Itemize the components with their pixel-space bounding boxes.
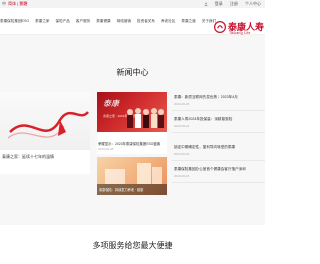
health-caption: 泰康保险：持续发力养老 · 健康 [99,188,144,192]
login-link[interactable]: 登录 [204,1,224,6]
nav-item-esg[interactable]: 泰康保险集团ESG [0,19,29,24]
list-item-date: 2023-06-20 [174,152,190,156]
nav-item-investor-relations[interactable]: 投资者关系 [137,19,155,24]
nav-item-home-community[interactable]: 泰康之家 [35,19,49,24]
language-links[interactable]: 简体 | 繁體 [8,1,27,6]
list-item[interactable]: 泰康：新质互联网先发优势｜2023年4月 2023-06-26 [172,92,265,111]
featured-image [0,92,90,150]
news-card-gala[interactable]: 泰康 泰康之家 · 2023年度盛典 [97,92,167,132]
news-list: 泰康：新质互联网先发优势｜2023年4月 2023-06-26 泰康人寿2024… [172,92,265,202]
list-item-title: 泰康人寿2024年投保量：深耕普惠险 [174,117,233,121]
list-item-date: 2023-06-26 [174,102,190,106]
region-label: 中 [2,1,6,6]
list-item[interactable]: 锁定中期确定性，盈利导向转型的泰康 2023-06-20 [172,142,265,161]
logo-mark-icon [214,21,226,33]
nav-items: 泰康保险集团ESG 泰康之家 保险产品 客户服务 泰康健康 网络营销 投资者关系… [0,8,222,34]
gala-date: 2023-06-28 [98,147,114,151]
login-label: 登录 [214,1,223,6]
account-center-link[interactable]: 个人中心 [245,1,261,6]
gala-text-block[interactable]: 荣耀显示：2023年泰康保险集团ESG盛典 2023-06-28 [97,132,167,154]
list-item[interactable]: 泰康保险集团办公室首个健康会客厅落户深圳 2023-06-15 [172,164,265,183]
gala-brand-text: 泰康 [103,99,119,108]
language-switcher[interactable]: 中 简体 | 繁體 [2,0,27,8]
news-section-title: 新闻中心 [116,68,149,77]
list-item-title: 锁定中期确定性，盈利导向转型的泰康 [174,145,236,149]
nav-item-online-marketing[interactable]: 网络营销 [117,19,131,24]
user-icon [204,2,208,6]
list-item-date: 2023-06-15 [174,174,190,178]
ribbon-illustration-icon [7,111,89,139]
nav-item-customer-service[interactable]: 客户服务 [76,19,90,24]
main-nav: 泰康保险集团ESG 泰康之家 保险产品 客户服务 泰康健康 网络营销 投资者关系… [0,8,265,35]
nav-item-retirement[interactable]: 养老社区 [161,19,175,24]
list-item[interactable]: 泰康人寿2024年投保量：深耕普惠险 2023-06-21 [172,114,265,133]
nav-item-health[interactable]: 泰康健康 [96,19,110,24]
news-card-health[interactable]: 泰康保险：持续发力养老 · 健康 [97,157,167,195]
services-section-title: 多项服务给您最大便捷 [92,241,173,250]
list-item-title: 泰康：新质互联网先发优势｜2023年4月 [174,95,238,99]
account-links: 登录 注册 个人中心 [198,0,261,8]
list-item-date: 2023-06-21 [174,124,190,128]
top-utility-bar: 中 简体 | 繁體 登录 注册 个人中心 [0,0,265,8]
featured-caption: 泰康之家：延续十七年的温情 [2,154,54,159]
list-item-title: 泰康保险集团办公室首个健康会客厅落户深圳 [174,167,246,171]
nav-item-taikang-way[interactable]: 泰康之道 [181,19,195,24]
register-link[interactable]: 注册 [230,1,238,6]
nav-item-insurance-products[interactable]: 保险产品 [56,19,70,24]
gala-caption: 荣耀显示：2023年泰康保险集团ESG盛典 [98,142,161,146]
news-card-featured[interactable]: 泰康之家：延续十七年的温情 [0,92,90,174]
gala-image: 泰康 泰康之家 · 2023年度盛典 [97,92,167,132]
building-illustration-icon [105,163,162,184]
crowd-illustration-icon [127,108,164,128]
